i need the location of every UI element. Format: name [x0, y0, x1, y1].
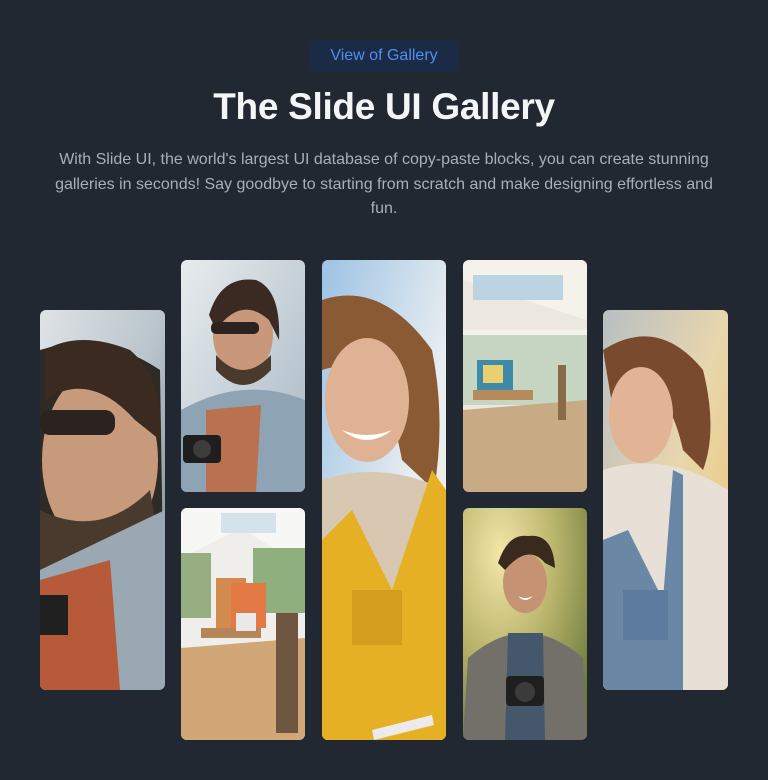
- gallery-photo-art-studio[interactable]: [181, 508, 305, 740]
- gallery-photo-man-sunglasses-closeup[interactable]: [40, 310, 165, 690]
- gallery-photo-woman-yellow-overalls[interactable]: [322, 260, 446, 740]
- gallery-photo-sunlit-studio-room[interactable]: [463, 260, 587, 492]
- view-gallery-badge[interactable]: View of Gallery: [309, 40, 459, 72]
- page-title: The Slide UI Gallery: [213, 86, 555, 127]
- gallery-photo-man-camera-outdoors[interactable]: [463, 508, 587, 740]
- gallery-photo-woman-denim-overalls[interactable]: [603, 310, 728, 690]
- page-description: With Slide UI, the world's largest UI da…: [55, 151, 713, 217]
- gallery-photo-man-sunglasses-camera[interactable]: [181, 260, 305, 492]
